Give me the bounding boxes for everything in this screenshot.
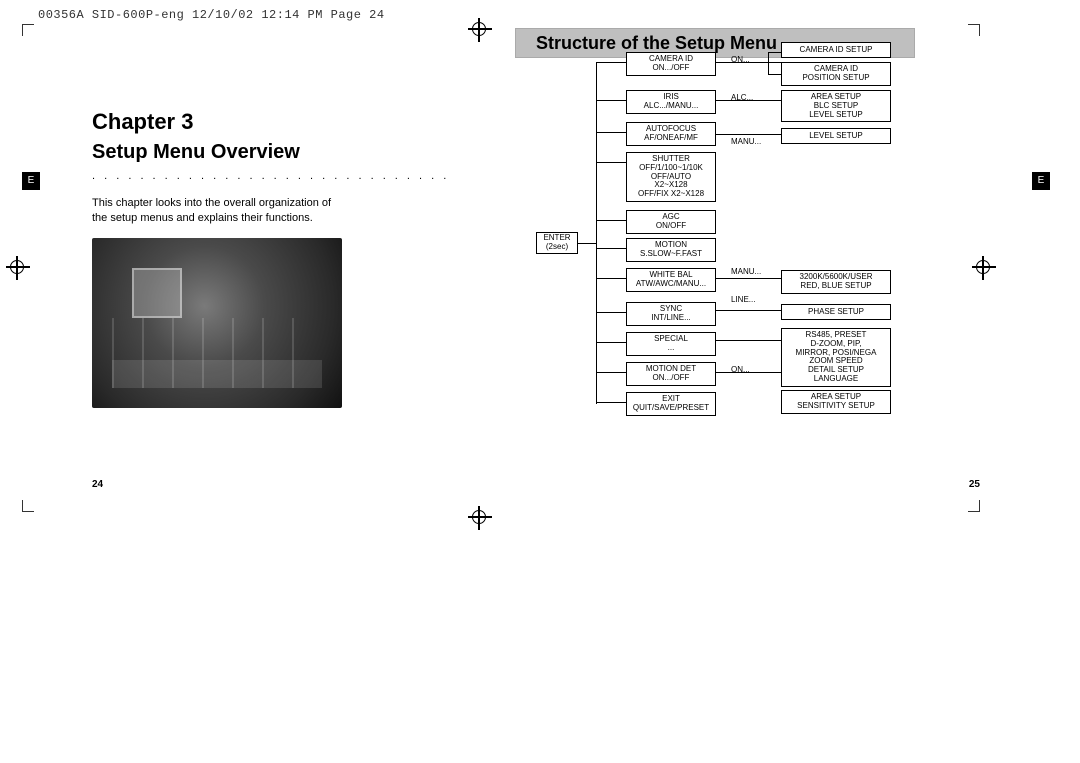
connector-line	[596, 62, 626, 63]
connector-line	[596, 248, 626, 249]
diagram-node-col1: AGCON/OFF	[626, 210, 716, 234]
chapter-title: Chapter 3	[92, 109, 479, 135]
connector-line	[716, 372, 781, 373]
connector-line	[596, 100, 626, 101]
connector-line	[596, 312, 626, 313]
connector-line	[596, 372, 626, 373]
page-number-left: 24	[92, 479, 103, 490]
diagram-node-col2: CAMERA ID SETUP	[781, 42, 891, 58]
connector-line	[596, 342, 626, 343]
diagram-node-enter: ENTER(2sec)	[536, 232, 578, 254]
diagram-edge-label: ALC...	[731, 94, 753, 103]
diagram-edge-label: MANU...	[731, 138, 761, 147]
left-page: E Chapter 3 Setup Menu Overview . . . . …	[22, 24, 501, 512]
connector-line	[716, 62, 781, 63]
diagram-node-col2: AREA SETUPSENSITIVITY SETUP	[781, 390, 891, 414]
diagram-node-col1: AUTOFOCUSAF/ONEAF/MF	[626, 122, 716, 146]
edge-tab-left: E	[22, 172, 40, 190]
connector-line	[768, 52, 781, 53]
connector-line	[716, 134, 781, 135]
diagram-node-col1: IRISALC.../MANU...	[626, 90, 716, 114]
intro-paragraph: This chapter looks into the overall orga…	[92, 196, 332, 226]
diagram-node-col1: SYNCINT/LINE...	[626, 302, 716, 326]
diagram-edge-label: LINE...	[731, 296, 755, 305]
connector-line	[768, 52, 769, 74]
connector-line	[716, 100, 781, 101]
connector-line	[768, 74, 781, 75]
diagram-node-col1: WHITE BALATW/AWC/MANU...	[626, 268, 716, 292]
connector-line	[596, 132, 626, 133]
connector-line	[596, 278, 626, 279]
diagram-node-col1: CAMERA IDON.../OFF	[626, 52, 716, 76]
diagram-node-col1: MOTION DETON.../OFF	[626, 362, 716, 386]
page-number-right: 25	[969, 479, 980, 490]
connector-line	[596, 62, 597, 404]
diagram-node-col2: LEVEL SETUP	[781, 128, 891, 144]
diagram-node-col2: RS485, PRESETD-ZOOM, PIP,MIRROR, POSI/NE…	[781, 328, 891, 387]
diagram-node-col1: EXITQUIT/SAVE/PRESET	[626, 392, 716, 416]
diagram-node-col2: PHASE SETUP	[781, 304, 891, 320]
connector-line	[716, 278, 781, 279]
connector-line	[596, 220, 626, 221]
diagram-edge-label: ON...	[731, 56, 750, 65]
diagram-node-col1: MOTIONS.SLOW~F.FAST	[626, 238, 716, 262]
decorative-photo	[92, 238, 342, 408]
print-slug: 00356A SID-600P-eng 12/10/02 12:14 PM Pa…	[38, 8, 385, 22]
edge-tab-right: E	[1032, 172, 1050, 190]
connector-line	[716, 340, 781, 341]
chapter-subtitle: Setup Menu Overview	[92, 141, 479, 164]
diagram-edge-label: ON...	[731, 366, 750, 375]
connector-line	[596, 162, 626, 163]
divider-dots: . . . . . . . . . . . . . . . . . . . . …	[92, 170, 479, 182]
menu-structure-diagram: ENTER(2sec) CAMERA IDON.../OFF IRISALC.../…	[536, 52, 910, 432]
connector-line	[596, 402, 626, 403]
diagram-node-col2: CAMERA IDPOSITION SETUP	[781, 62, 891, 86]
connector-line	[578, 243, 596, 244]
right-page: E ENTER(2sec)CAMERA IDON.../OFFIRISALC..…	[501, 24, 980, 512]
diagram-edge-label: MANU...	[731, 268, 761, 277]
diagram-node-col2: 3200K/5600K/USERRED, BLUE SETUP	[781, 270, 891, 294]
connector-line	[716, 310, 781, 311]
diagram-node-col1: SHUTTEROFF/1/100~1/10KOFF/AUTOX2~X128OFF…	[626, 152, 716, 202]
diagram-node-col2: AREA SETUPBLC SETUPLEVEL SETUP	[781, 90, 891, 122]
page-spread: E Chapter 3 Setup Menu Overview . . . . …	[22, 24, 980, 512]
diagram-node-col1: SPECIAL...	[626, 332, 716, 356]
